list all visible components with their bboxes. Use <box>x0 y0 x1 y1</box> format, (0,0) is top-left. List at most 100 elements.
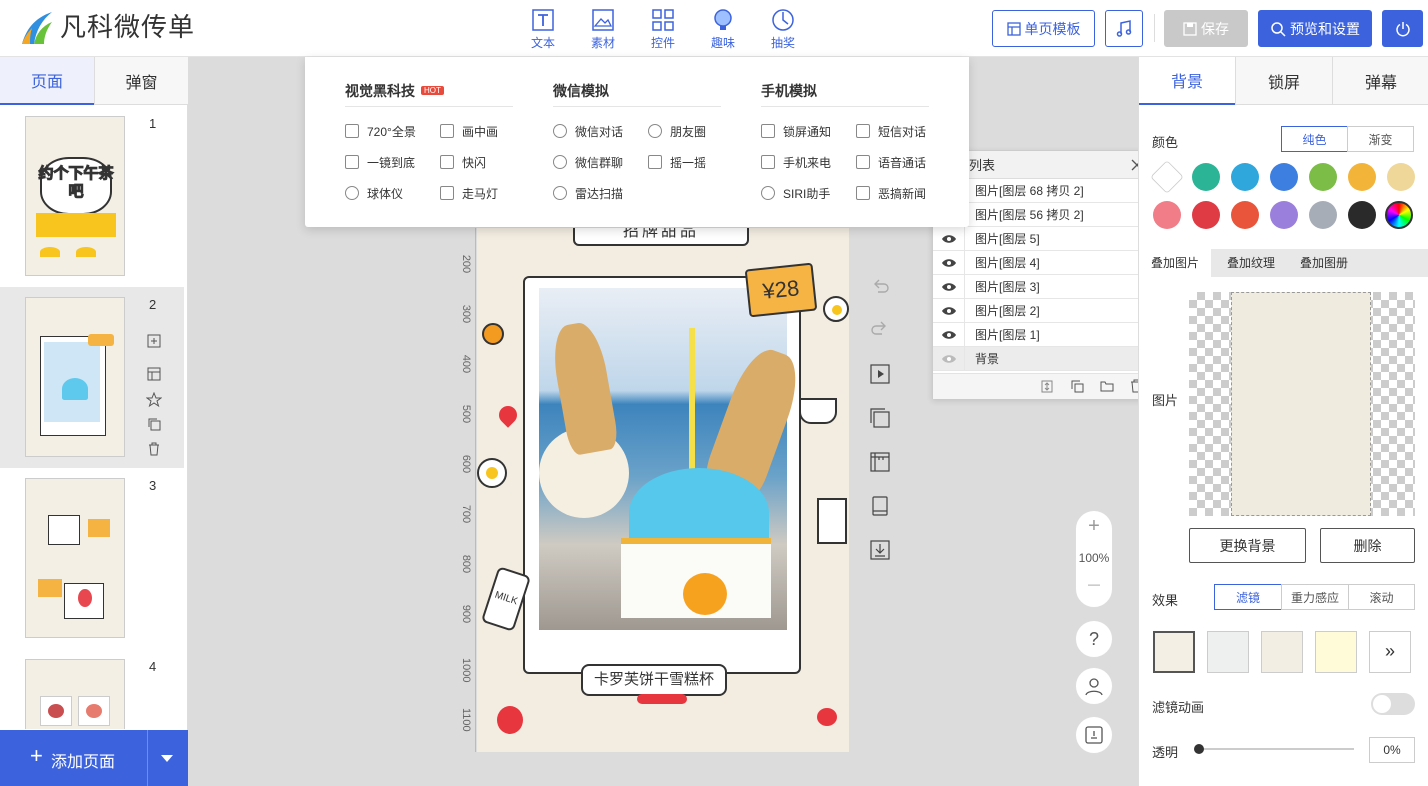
zoom-out-button[interactable]: — <box>1076 577 1112 591</box>
filter-thumb[interactable] <box>1207 631 1249 673</box>
color-swatch[interactable] <box>1309 163 1337 191</box>
color-swatch[interactable] <box>1309 201 1337 229</box>
menu-item-moments[interactable]: 朋友圈 <box>648 121 706 141</box>
single-template-button[interactable]: 单页模板 <box>992 10 1095 47</box>
phone-canvas[interactable]: 招牌甜品 ¥28 卡罗芙饼干雪糕杯 MILK <box>477 228 849 752</box>
solid-color-toggle[interactable]: 纯色 <box>1281 126 1348 152</box>
color-swatch[interactable] <box>1231 163 1259 191</box>
menu-item-shake[interactable]: 摇一摇 <box>648 152 706 172</box>
page-thumbnail[interactable]: 约个下午茶吧 <box>25 116 125 276</box>
layers-icon[interactable] <box>870 408 890 428</box>
color-swatch[interactable] <box>1192 201 1220 229</box>
help-button[interactable]: ? <box>1075 620 1113 658</box>
page-thumbnail[interactable] <box>25 659 125 729</box>
layer-row[interactable]: 图片[图层 2] <box>933 298 1151 323</box>
layer-row[interactable]: 图片[图层 4] <box>933 250 1151 275</box>
color-swatch[interactable] <box>1192 163 1220 191</box>
tool-lottery[interactable]: 抽奖 <box>761 8 805 51</box>
tool-fun[interactable]: 趣味 <box>701 8 745 51</box>
eye-icon[interactable] <box>933 298 965 323</box>
filter-thumb[interactable] <box>1315 631 1357 673</box>
undo-icon[interactable] <box>870 278 890 298</box>
filter-thumb-selected[interactable] <box>1153 631 1195 673</box>
gradient-toggle[interactable]: 渐变 <box>1347 126 1414 152</box>
menu-item-radar[interactable]: 雷达扫描 <box>553 183 623 203</box>
menu-item-group-chat[interactable]: 微信群聊 <box>553 152 623 172</box>
menu-item-wechat-chat[interactable]: 微信对话 <box>553 121 623 141</box>
opacity-input[interactable]: 0% <box>1369 737 1415 763</box>
add-icon[interactable] <box>147 334 161 348</box>
menu-item-carousel[interactable]: 走马灯 <box>440 183 498 203</box>
copy-icon[interactable] <box>1071 380 1084 393</box>
color-swatch[interactable] <box>1270 163 1298 191</box>
copy-icon[interactable] <box>147 417 161 431</box>
mobile-icon[interactable] <box>870 496 890 516</box>
music-button[interactable] <box>1105 10 1143 47</box>
photo-image[interactable] <box>539 288 808 630</box>
tab-overlay-texture[interactable]: 叠加纹理 <box>1211 249 1291 277</box>
menu-item-sms[interactable]: 短信对话 <box>856 121 926 141</box>
eye-icon[interactable] <box>933 226 965 251</box>
page-item[interactable]: 4 <box>0 649 184 729</box>
gravity-tab[interactable]: 重力感应 <box>1281 584 1349 610</box>
strawberry-sticker[interactable] <box>817 708 837 726</box>
redo-icon[interactable] <box>870 320 890 340</box>
color-swatch[interactable] <box>1150 160 1184 194</box>
ruler-icon[interactable] <box>870 452 890 472</box>
color-swatch[interactable] <box>1348 201 1376 229</box>
scroll-tab[interactable]: 滚动 <box>1348 584 1415 610</box>
color-swatch[interactable] <box>1270 201 1298 229</box>
header-label[interactable]: 招牌甜品 <box>573 228 749 246</box>
tab-popups[interactable]: 弹窗 <box>94 57 188 105</box>
teacup-sticker[interactable] <box>799 398 837 424</box>
account-button[interactable] <box>1075 667 1113 705</box>
strawberry-sticker[interactable] <box>497 706 523 734</box>
tool-text[interactable]: 文本 <box>521 8 565 51</box>
menu-item-siri[interactable]: SIRI助手 <box>761 183 830 203</box>
tool-widgets[interactable]: 控件 <box>641 8 685 51</box>
tab-background[interactable]: 背景 <box>1139 57 1235 105</box>
layer-row-background[interactable]: 背景 <box>933 346 1151 371</box>
eye-icon[interactable] <box>933 274 965 299</box>
tab-overlay-image[interactable]: 叠加图片 <box>1139 249 1211 277</box>
filter-thumb[interactable] <box>1261 631 1303 673</box>
layer-row[interactable]: 图片[图层 5] <box>933 226 1151 251</box>
layout-icon[interactable] <box>147 367 161 381</box>
page-item[interactable]: 约个下午茶吧 1 <box>0 106 184 287</box>
caption-label[interactable]: 卡罗芙饼干雪糕杯 <box>581 664 727 696</box>
menu-item-flash[interactable]: 快闪 <box>440 152 486 172</box>
replace-background-button[interactable]: 更换背景 <box>1189 528 1306 563</box>
tab-danmaku[interactable]: 弹幕 <box>1332 57 1428 105</box>
download-icon[interactable] <box>870 540 890 560</box>
filter-tab[interactable]: 滤镜 <box>1214 584 1282 610</box>
menu-item-incoming-call[interactable]: 手机来电 <box>761 152 831 172</box>
page-thumbnail[interactable] <box>25 297 125 457</box>
color-picker-icon[interactable] <box>1385 201 1413 229</box>
tool-material[interactable]: 素材 <box>581 8 625 51</box>
folder-icon[interactable] <box>1100 380 1114 392</box>
eye-icon[interactable] <box>933 346 965 371</box>
strawberry-sticker[interactable] <box>495 402 521 428</box>
price-tag[interactable]: ¥28 <box>744 262 818 318</box>
add-page-button[interactable]: + 添加页面 <box>0 730 188 786</box>
caret-down-icon[interactable] <box>161 755 173 763</box>
menu-item-lock-notice[interactable]: 锁屏通知 <box>761 121 831 141</box>
save-button[interactable]: 保存 <box>1164 10 1248 47</box>
menu-item-one-shot[interactable]: 一镜到底 <box>345 152 415 172</box>
eye-icon[interactable] <box>933 322 965 347</box>
page-item[interactable]: 3 <box>0 468 184 649</box>
milk-carton-sticker[interactable] <box>817 498 847 544</box>
star-icon[interactable] <box>146 392 162 408</box>
eye-icon[interactable] <box>933 250 965 275</box>
layer-row[interactable]: 图片[图层 3] <box>933 274 1151 299</box>
egg-sticker[interactable] <box>823 296 849 322</box>
preview-settings-button[interactable]: 预览和设置 <box>1258 10 1372 47</box>
tab-lockscreen[interactable]: 锁屏 <box>1235 57 1332 105</box>
more-filters-button[interactable]: » <box>1369 631 1411 673</box>
filter-animation-toggle[interactable] <box>1371 693 1415 715</box>
color-swatch[interactable] <box>1231 201 1259 229</box>
page-item-selected[interactable]: 2 <box>0 287 184 468</box>
tab-overlay-album[interactable]: 叠加图册 <box>1291 249 1357 277</box>
background-preview[interactable] <box>1189 292 1415 516</box>
move-icon[interactable] <box>1041 380 1053 393</box>
